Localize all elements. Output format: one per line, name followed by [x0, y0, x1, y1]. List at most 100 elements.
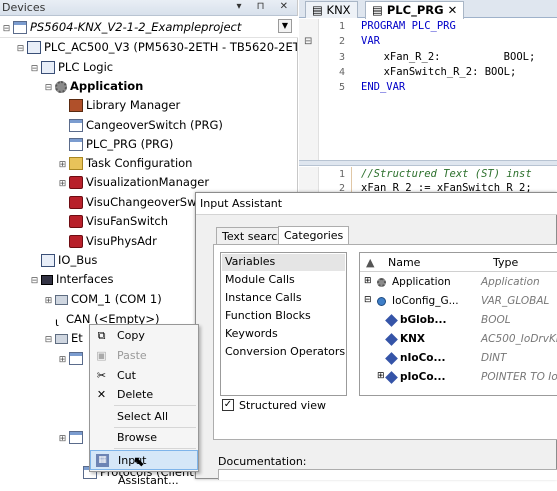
tree-node-plc-logic[interactable]: ⊟ PLC Logic	[30, 58, 113, 76]
dialog-title: Input Assistant	[200, 197, 283, 210]
collapse-icon[interactable]: ⊟	[30, 272, 39, 290]
variable-icon	[385, 314, 398, 327]
plc-logic-icon	[41, 61, 55, 74]
can-icon: ɩ	[55, 315, 59, 329]
mouse-cursor-icon: ⬉	[133, 454, 145, 470]
expand-icon[interactable]: ⊞	[44, 292, 53, 310]
collapse-icon[interactable]: ⊟	[44, 331, 53, 349]
pane-buttons[interactable]: ▾ ⊓ ✕	[236, 1, 294, 12]
grid-row[interactable]: nIoCo... DINT	[360, 349, 557, 368]
expand-icon[interactable]: ⊞	[58, 175, 67, 193]
tree-node-interfaces[interactable]: ⊟ Interfaces	[30, 270, 114, 290]
menu-item-cut[interactable]: ✂ Cut	[90, 366, 198, 386]
gear-icon	[55, 80, 67, 93]
io-bus-icon	[41, 254, 55, 267]
comment-marker	[351, 167, 352, 193]
category-item[interactable]: Module Calls	[225, 271, 295, 289]
grid-row[interactable]: ⊟ IoConfig_G... VAR_GLOBAL	[360, 292, 557, 311]
tree-node-application[interactable]: ⊟ Application	[44, 77, 144, 97]
tree-node-library-manager[interactable]: Library Manager	[58, 96, 180, 114]
tree-node-plc[interactable]: ⊟ PLC_AC500_V3 (PM5630-2ETH - TB5620-2ETH…	[16, 38, 297, 58]
code-line[interactable]: END_VAR	[361, 81, 405, 93]
expand-icon[interactable]: ⊞	[58, 351, 67, 369]
variable-icon	[385, 333, 398, 346]
expand-icon[interactable]: ⊞	[364, 276, 372, 286]
menu-item-delete[interactable]: ✕ Delete	[90, 385, 198, 405]
tree-node-task-config[interactable]: ⊞ Task Configuration	[58, 154, 192, 172]
tree-node-hidden-1[interactable]: ⊞	[58, 349, 86, 367]
editor-splitter[interactable]	[299, 160, 557, 166]
menu-item-select-all[interactable]: Select All	[90, 407, 198, 427]
visualization-icon	[69, 215, 83, 228]
code-line[interactable]: xFanSwitch_R_2: BOOL;	[333, 66, 517, 78]
collapse-icon[interactable]: ⊟	[2, 20, 11, 38]
tree-node-visu-fan[interactable]: VisuFanSwitch	[58, 212, 168, 230]
program-icon	[69, 138, 83, 151]
gear-icon	[377, 278, 386, 287]
category-item[interactable]: Variables	[225, 253, 275, 271]
structured-view-label: Structured view	[239, 399, 326, 412]
doc-icon: ▤	[372, 3, 387, 17]
interfaces-icon	[41, 274, 53, 285]
category-item[interactable]: Conversion Operators	[225, 343, 345, 361]
tree-node-hidden-2[interactable]: ⊞	[58, 428, 86, 446]
tree-node-cangeover[interactable]: CangeoverSwitch (PRG)	[58, 116, 223, 134]
documentation-label: Documentation:	[218, 455, 307, 468]
grid-row[interactable]: ⊞ Application Application	[360, 273, 557, 292]
devices-title: Devices	[2, 1, 46, 14]
tree-node-project-top[interactable]: ⊟ PS5604-KNX_V2-1-2_Exampleproject	[2, 18, 241, 36]
dialog-titlebar[interactable]: Input Assistant	[196, 193, 557, 215]
symbol-grid[interactable]: ▲ Name Type ⊞ Application Application ⊟ …	[359, 252, 557, 396]
tree-node-com1[interactable]: ⊞ COM_1 (COM 1)	[44, 290, 162, 308]
menu-item-copy[interactable]: ⧉ Copy	[90, 326, 198, 346]
expand-icon[interactable]: ⊞	[377, 371, 385, 381]
devices-header: Devices ▾ ⊓ ✕	[0, 0, 297, 16]
grid-row[interactable]: KNX AC500_IoDrvKN...	[360, 330, 557, 349]
sort-icon[interactable]: ▲	[366, 256, 374, 269]
delete-icon: ✕	[96, 388, 107, 401]
input-assistant-dialog: Input Assistant Text search Categories V…	[195, 192, 557, 480]
column-name[interactable]: Name	[388, 256, 420, 269]
expand-icon[interactable]: ⊞	[58, 430, 67, 448]
collapse-icon[interactable]: ⊟	[44, 79, 53, 97]
code-line[interactable]: PROGRAM PLC_PRG	[361, 20, 456, 32]
category-item[interactable]: Keywords	[225, 325, 278, 343]
collapse-icon[interactable]: ⊟	[30, 60, 39, 78]
grid-row[interactable]: bGlob... BOOL	[360, 311, 557, 330]
menu-item-paste[interactable]: ▣ Paste	[90, 346, 198, 366]
code-comment[interactable]: //Structured Text (ST) inst	[361, 168, 532, 180]
tree-node-visu-changeover[interactable]: VisuChangeoverSwit	[58, 193, 204, 211]
variable-icon	[385, 371, 398, 384]
tree-node-eth[interactable]: ⊟ Et	[44, 329, 83, 347]
menu-item-browse[interactable]: Browse	[90, 428, 198, 448]
collapse-icon[interactable]: ⊟	[364, 295, 372, 305]
collapse-icon[interactable]: ⊟	[16, 40, 25, 58]
expand-icon[interactable]: ⊞	[58, 156, 67, 174]
program-icon	[69, 119, 83, 132]
grid-header: ▲ Name Type	[360, 253, 557, 272]
code-line[interactable]: xFan_R_2: BOOL;	[333, 51, 536, 63]
column-type[interactable]: Type	[493, 256, 518, 269]
tree-node-io-bus[interactable]: IO_Bus	[30, 251, 97, 269]
grid-row[interactable]: ⊞ pIoCo... POINTER TO IoC...	[360, 368, 557, 387]
close-icon[interactable]: ✕	[448, 3, 458, 17]
code-line[interactable]: VAR	[361, 35, 380, 47]
editor-tabbar: ▤ KNX ▤ PLC_PRG ✕	[299, 0, 557, 19]
project-icon	[13, 21, 27, 34]
tree-node-vis-manager[interactable]: ⊞ VisualizationManager	[58, 173, 209, 191]
tree-node-visu-phys[interactable]: VisuPhysAdr	[58, 232, 157, 250]
paste-icon: ▣	[96, 349, 107, 362]
chevron-down-icon[interactable]: ▼	[278, 19, 292, 33]
globe-icon	[377, 297, 386, 306]
tree-node-plc-prg[interactable]: PLC_PRG (PRG)	[58, 135, 173, 153]
tab-categories[interactable]: Categories	[278, 226, 350, 245]
device-icon	[69, 352, 83, 365]
plc-icon	[27, 41, 41, 54]
category-list[interactable]: Variables Module Calls Instance Calls Fu…	[220, 252, 347, 396]
category-item[interactable]: Function Blocks	[225, 307, 311, 325]
structured-view-checkbox[interactable]: ✓	[222, 399, 234, 411]
tab-knx[interactable]: ▤ KNX	[305, 1, 358, 18]
menu-separator	[114, 448, 196, 449]
category-item[interactable]: Instance Calls	[225, 289, 302, 307]
tab-plc-prg[interactable]: ▤ PLC_PRG ✕	[365, 1, 465, 19]
